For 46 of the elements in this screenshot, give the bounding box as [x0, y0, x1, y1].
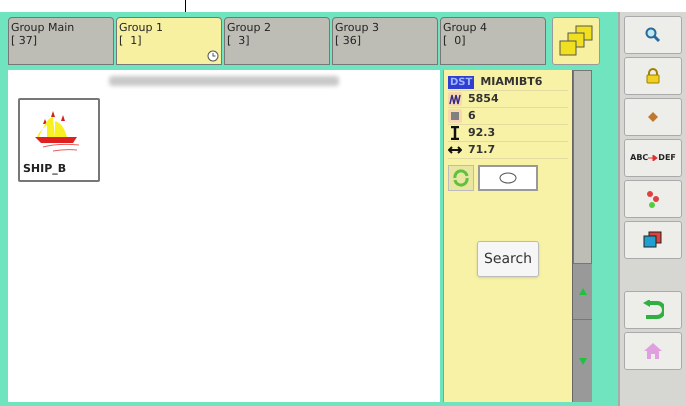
stacked-squares-icon [558, 25, 594, 57]
tab-count: [ 36] [335, 34, 362, 47]
group-tab[interactable]: Group 1 [ 1] [116, 17, 222, 65]
search-button[interactable]: Search [476, 241, 540, 277]
stack-button[interactable] [552, 17, 600, 65]
tab-label: Group 1 [119, 21, 163, 34]
info-value: 5854 [468, 90, 499, 107]
flower-icon [646, 190, 660, 208]
group-tab[interactable]: Group 3 [ 36] [332, 17, 438, 65]
tab-label: Group 4 [443, 21, 487, 34]
diamond-icon [647, 111, 659, 123]
search-icon [645, 27, 661, 43]
format-badge: DST [448, 76, 474, 88]
color-count-icon [448, 109, 462, 123]
tab-count: [ 3] [227, 34, 250, 47]
info-value: MIAMIBT6 [480, 74, 542, 90]
tab-label: Group 3 [335, 21, 379, 34]
arrow-icon [648, 155, 658, 161]
up-arrow-icon [578, 288, 586, 295]
down-arrow-icon [578, 358, 586, 364]
group-tab[interactable]: Group 4 [ 0] [440, 17, 546, 65]
group-tab[interactable]: Group Main [ 37] [8, 17, 114, 65]
return-icon [642, 300, 664, 320]
oval-icon [499, 172, 517, 184]
home-icon [643, 342, 663, 360]
tab-count: [ 37] [11, 34, 38, 47]
layers-icon [643, 231, 663, 249]
rotate-button[interactable] [448, 165, 474, 191]
rotate-icon [451, 168, 471, 188]
tab-count: [ 0] [443, 34, 466, 47]
info-value: 71.7 [468, 142, 496, 158]
toolbar-button[interactable] [624, 221, 682, 259]
info-value: 6 [468, 108, 476, 124]
tab-count: [ 1] [119, 34, 142, 47]
group-tab[interactable]: Group 2 [ 3] [224, 17, 330, 65]
text-replace-button[interactable]: ABC DEF [624, 139, 682, 177]
lock-icon [646, 68, 660, 84]
scroll-thumb[interactable] [573, 70, 592, 264]
design-name: SHIP_B [23, 160, 66, 177]
stitch-count-icon [448, 92, 462, 106]
tab-label: Group 2 [227, 21, 271, 34]
leader-line [185, 0, 186, 12]
tab-label: Group Main [11, 21, 74, 34]
height-icon [448, 126, 462, 140]
info-value: 92.3 [468, 124, 496, 141]
design-thumbnail[interactable]: SHIP_B [18, 98, 100, 182]
